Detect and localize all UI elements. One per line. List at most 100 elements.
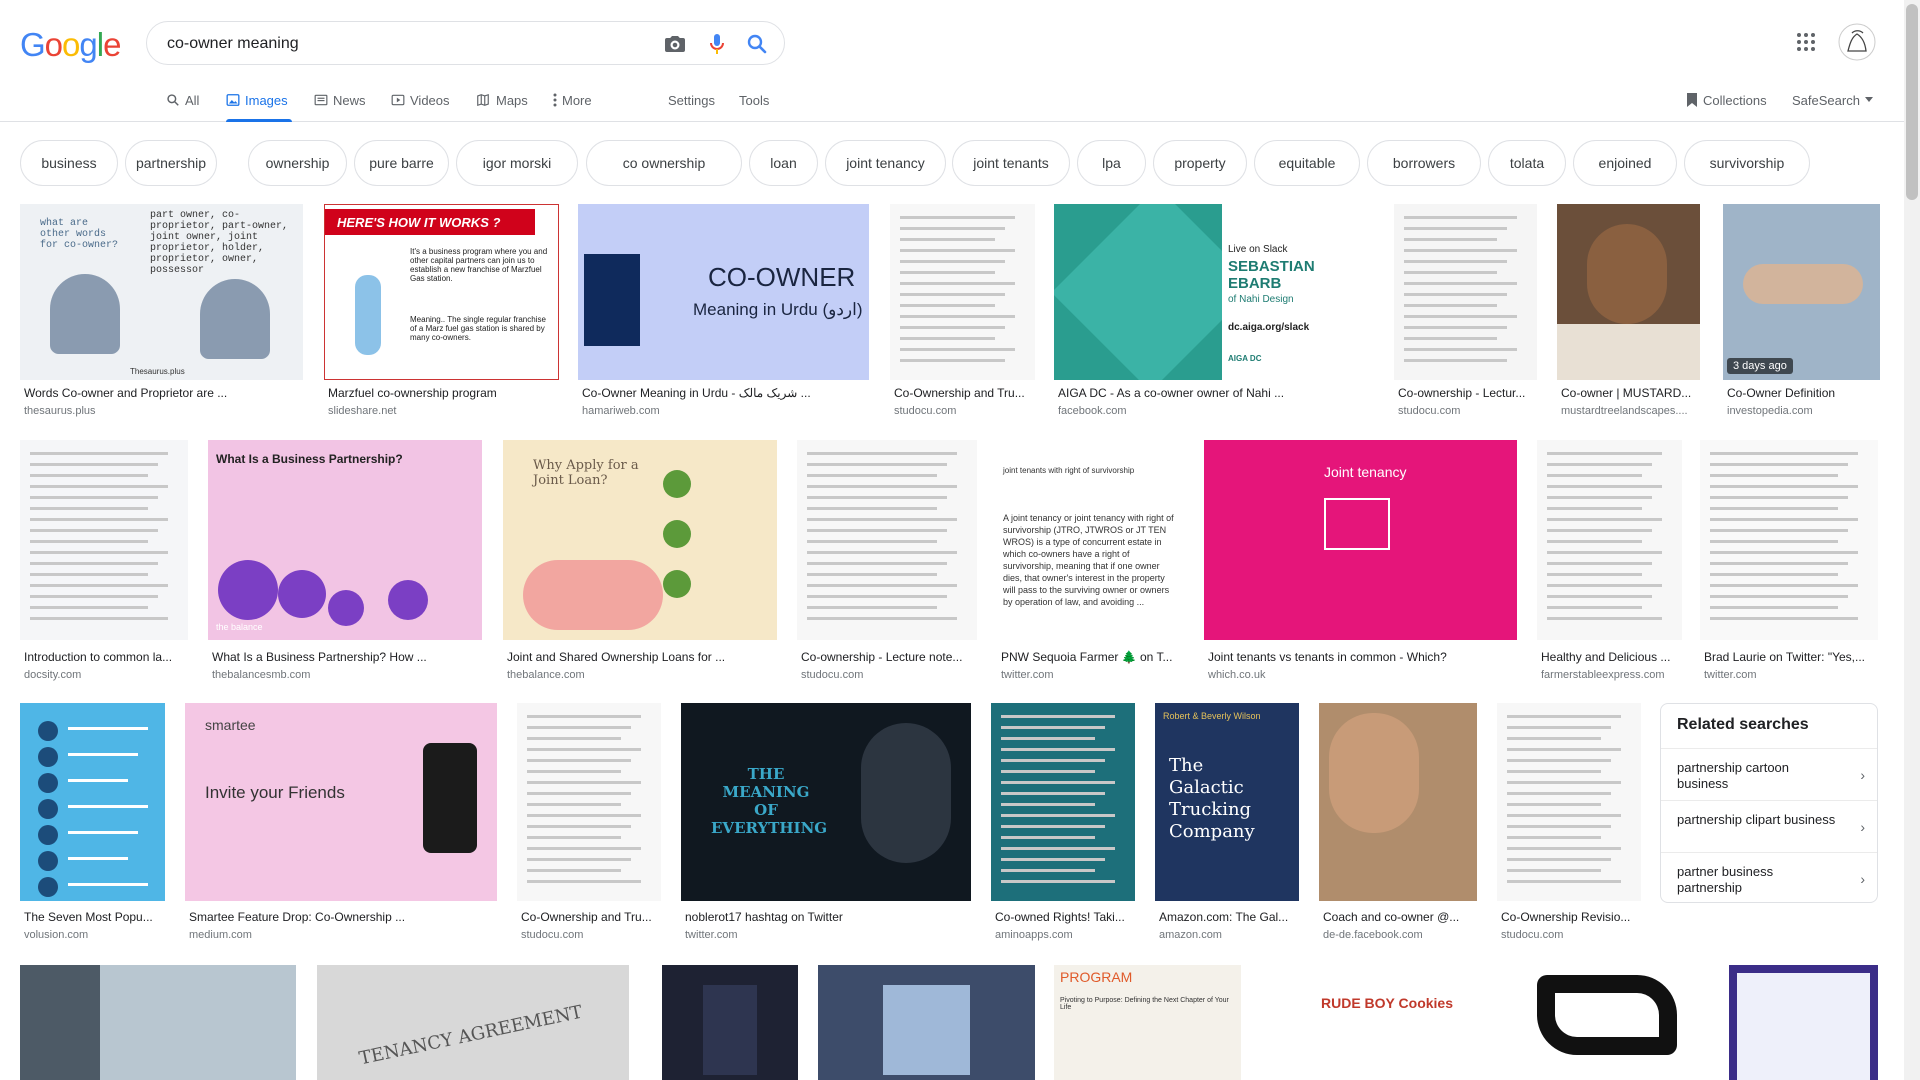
image-result[interactable]: Co-ownership - Lecture note... studocu.co… [797,440,977,686]
image-result[interactable]: Joint tenancy Joint tenants vs tenants in… [1204,440,1517,686]
image-thumbnail[interactable] [1319,703,1477,901]
result-title[interactable]: Joint and Shared Ownership Loans for ... [507,650,773,664]
image-thumbnail[interactable] [818,965,1035,1080]
chip-tolata[interactable]: tolata [1488,140,1566,186]
result-title[interactable]: Smartee Feature Drop: Co-Ownership ... [189,910,493,924]
chip-loan[interactable]: loan [749,140,818,186]
result-title[interactable]: Co-Owner Definition [1727,386,1876,400]
search-icon[interactable] [745,32,769,56]
image-thumbnail[interactable]: Live on Slack SEBASTIAN EBARB of Nahi Desi… [1054,204,1373,380]
result-title[interactable]: Co-ownership - Lectur... [1398,386,1533,400]
related-search-item[interactable]: partner business partnership › [1661,852,1877,904]
camera-icon[interactable] [663,32,687,56]
result-title[interactable]: What Is a Business Partnership? How ... [212,650,478,664]
image-thumbnail[interactable] [991,703,1135,901]
result-title[interactable]: Marzfuel co-ownership program [328,386,555,400]
result-title[interactable]: Words Co-owner and Proprietor are ... [24,386,299,400]
image-result[interactable] [1507,965,1705,1080]
chip-co-ownership[interactable]: co ownership [586,140,742,186]
image-result[interactable]: Co-Ownership Revisio... studocu.com [1497,703,1641,946]
image-result[interactable]: What Is a Business Partnership? the balan… [208,440,482,686]
collections-link[interactable]: Collections [1686,78,1767,122]
related-search-item[interactable]: partnership cartoon business › [1661,748,1877,800]
tab-more[interactable]: More [553,78,592,122]
image-thumbnail[interactable]: Robert & Beverly Wilson The Galactic Truc… [1155,703,1299,901]
result-title[interactable]: Healthy and Delicious ... [1541,650,1678,664]
result-title[interactable]: Coach and co-owner @... [1323,910,1473,924]
chip-ownership[interactable]: ownership [248,140,347,186]
image-result[interactable]: THE MEANING OF EVERYTHING noblerot17 hash… [681,703,971,946]
image-result[interactable]: Co-ownership - Lectur... studocu.com [1394,204,1537,422]
result-title[interactable]: Co-Ownership and Tru... [521,910,657,924]
result-title[interactable]: Amazon.com: The Gal... [1159,910,1295,924]
chip-partnership[interactable]: partnership [125,140,217,186]
result-title[interactable]: Introduction to common la... [24,650,184,664]
chip-business[interactable]: business [20,140,118,186]
image-result[interactable]: what are other words for co-owner? part o… [20,204,303,422]
image-thumbnail[interactable]: smartee Invite your Friends [185,703,497,901]
chip-joint-tenants[interactable]: joint tenants [952,140,1070,186]
image-result[interactable] [20,965,296,1080]
image-thumbnail[interactable] [1537,440,1682,640]
chip-igor-morski[interactable]: igor morski [456,140,578,186]
tab-videos[interactable]: Videos [391,78,450,122]
tab-news[interactable]: News [314,78,366,122]
image-result[interactable]: 3 days ago Co-Owner Definition investopedi… [1723,204,1880,422]
chip-enjoined[interactable]: enjoined [1573,140,1677,186]
image-thumbnail[interactable] [20,965,296,1080]
image-thumbnail[interactable]: Joint tenancy [1204,440,1517,640]
result-title[interactable]: noblerot17 hashtag on Twitter [685,910,967,924]
tab-images[interactable]: Images [226,78,292,122]
result-title[interactable]: Brad Laurie on Twitter: "Yes,... [1704,650,1874,664]
image-thumbnail[interactable] [1394,204,1537,380]
image-result[interactable]: Coach and co-owner @... de-de.facebook.co… [1319,703,1477,946]
image-thumbnail[interactable]: 3 days ago [1723,204,1880,380]
related-search-item[interactable]: partnership clipart business › [1661,800,1877,852]
image-result[interactable]: RUDE BOY Cookies [1261,965,1487,1080]
result-title[interactable]: Co-Ownership and Tru... [894,386,1031,400]
image-result[interactable] [1729,965,1878,1080]
result-title[interactable]: AIGA DC - As a co-owner owner of Nahi ..… [1058,386,1369,400]
image-thumbnail[interactable]: HERE'S HOW IT WORKS ? It's a business pro… [324,204,559,380]
image-result[interactable] [662,965,798,1080]
image-result[interactable]: smartee Invite your Friends Smartee Featur… [185,703,497,946]
image-result[interactable]: Co-owner | MUSTARD... mustardtreelandscap… [1557,204,1700,422]
image-thumbnail[interactable]: joint tenants with right of survivorship… [997,440,1185,640]
image-thumbnail[interactable] [1700,440,1878,640]
chip-borrowers[interactable]: borrowers [1367,140,1481,186]
image-result[interactable]: joint tenants with right of survivorship… [997,440,1185,686]
microphone-icon[interactable] [705,32,729,56]
chip-survivorship[interactable]: survivorship [1684,140,1810,186]
result-title[interactable]: Co-ownership - Lecture note... [801,650,973,664]
image-thumbnail[interactable] [1507,965,1705,1080]
result-title[interactable]: PNW Sequoia Farmer 🌲 on T... [1001,650,1181,664]
result-title[interactable]: Co-Owner Meaning in Urdu - شریک مالک ... [582,386,865,400]
image-thumbnail[interactable]: TENANCY AGREEMENT [317,965,629,1080]
result-title[interactable]: Co-owned Rights! Taki... [995,910,1131,924]
image-result[interactable]: Co-owned Rights! Taki... aminoapps.com [991,703,1135,946]
image-result[interactable] [818,965,1035,1080]
chip-lpa[interactable]: lpa [1077,140,1146,186]
image-thumbnail[interactable]: THE MEANING OF EVERYTHING [681,703,971,901]
image-thumbnail[interactable]: PROGRAM Pivoting to Purpose: Defining the… [1054,965,1241,1080]
image-thumbnail[interactable] [1729,965,1878,1080]
image-result[interactable]: CO-OWNER Meaning in Urdu (اردو) Co-Owner M… [578,204,869,422]
image-result[interactable]: Co-Ownership and Tru... studocu.com [517,703,661,946]
tab-settings[interactable]: Settings [668,78,715,122]
chip-pure-barre[interactable]: pure barre [354,140,449,186]
safesearch-menu[interactable]: SafeSearch [1792,78,1873,122]
image-thumbnail[interactable]: what are other words for co-owner? part o… [20,204,303,380]
page-scrollbar[interactable] [1904,0,1920,1080]
image-thumbnail[interactable] [20,703,165,901]
image-result[interactable]: Brad Laurie on Twitter: "Yes,... twitter.… [1700,440,1878,686]
image-thumbnail[interactable] [1497,703,1641,901]
image-thumbnail[interactable] [797,440,977,640]
result-title[interactable]: Co-owner | MUSTARD... [1561,386,1696,400]
google-logo[interactable]: Google [20,26,121,64]
scrollbar-thumb[interactable] [1906,4,1918,200]
result-title[interactable]: Joint tenants vs tenants in common - Whi… [1208,650,1513,664]
image-result[interactable]: Why Apply for a Joint Loan? Joint and Sha… [503,440,777,686]
apps-grid-icon[interactable] [1796,32,1816,52]
image-result[interactable]: TENANCY AGREEMENT [317,965,629,1080]
image-result[interactable]: Healthy and Delicious ... farmerstableexp… [1537,440,1682,686]
